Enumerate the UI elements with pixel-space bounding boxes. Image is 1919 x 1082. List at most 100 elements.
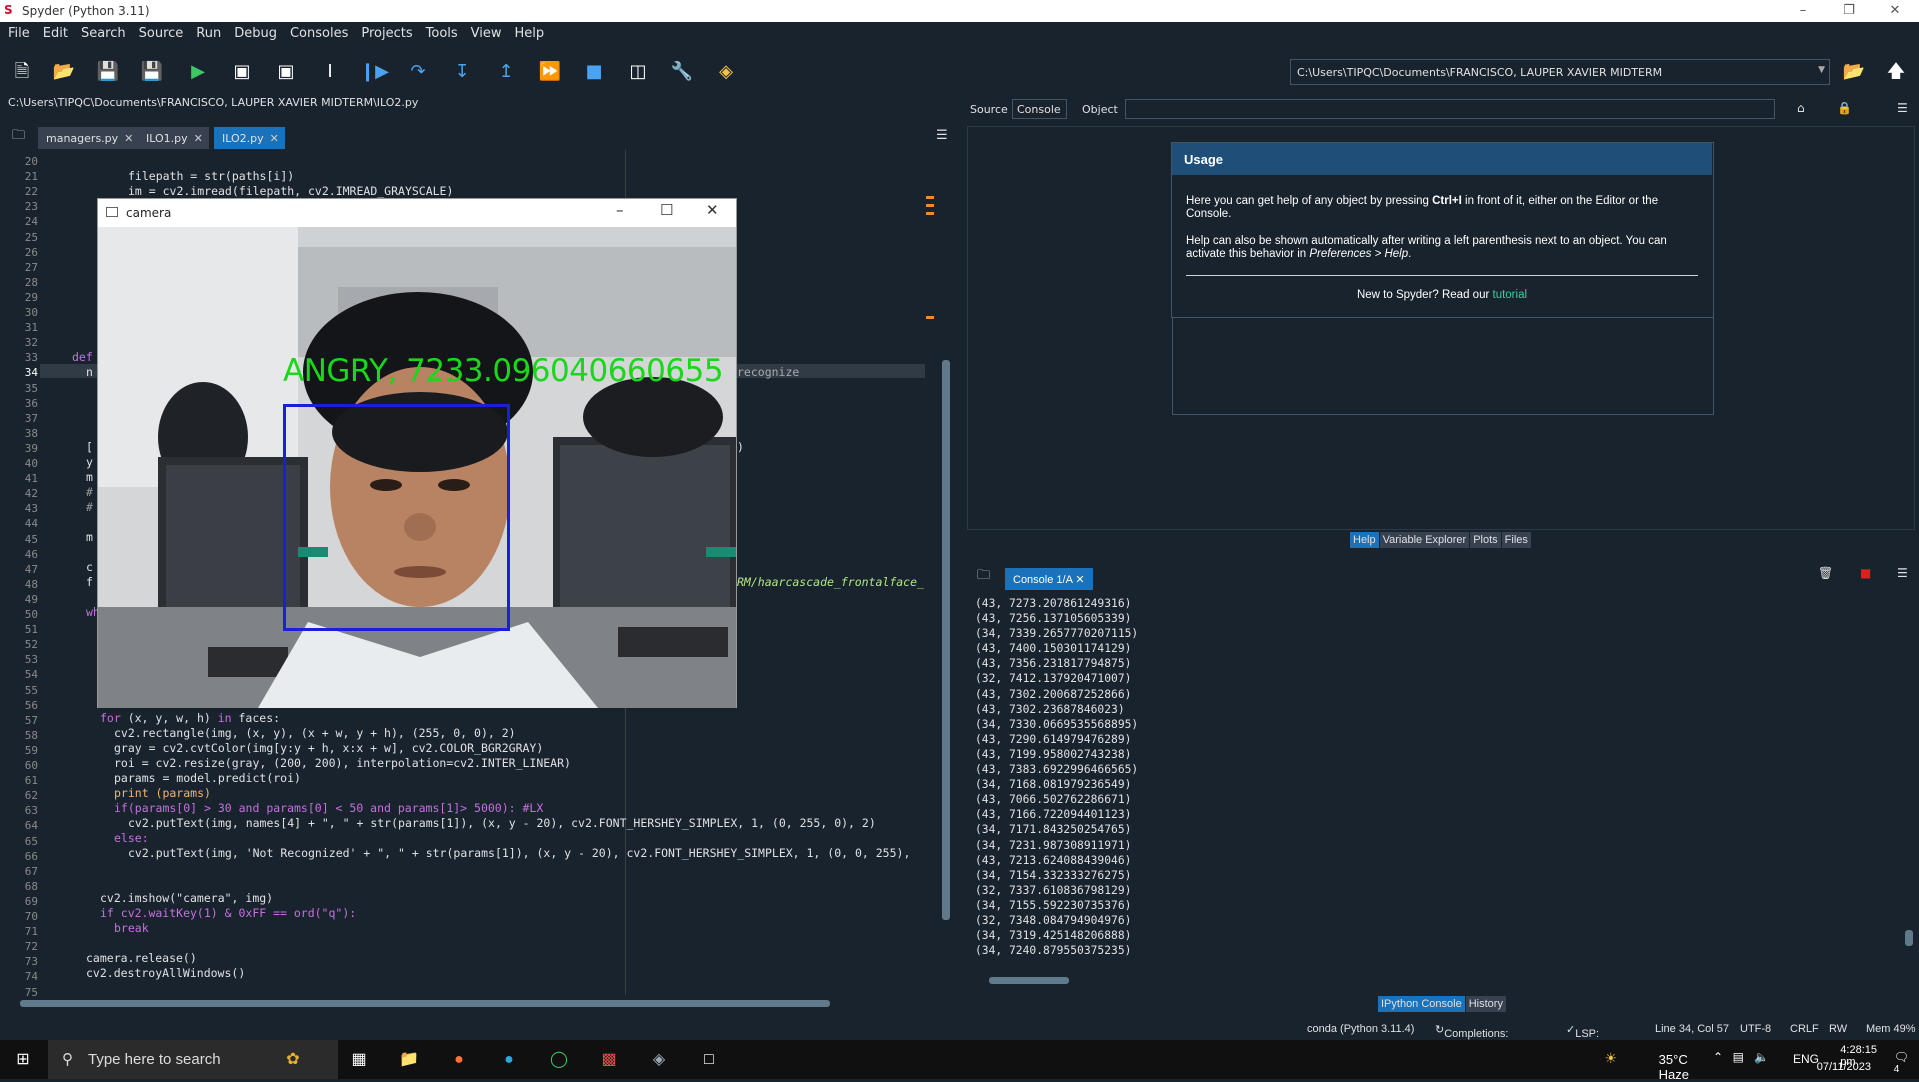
options-menu-icon[interactable]: ☰ (936, 128, 948, 143)
object-input[interactable] (1125, 99, 1775, 119)
menu-edit[interactable]: Edit (35, 22, 73, 41)
run-cell-advance-icon[interactable]: ▣ (272, 58, 300, 86)
lock-icon[interactable]: 🔒 (1837, 101, 1852, 115)
weather-text[interactable]: 35°C Haze (1659, 1052, 1689, 1082)
tab-managers[interactable]: managers.py ✕ (38, 127, 140, 149)
save-all-icon[interactable]: 💾 (138, 58, 166, 86)
tab-ilo2[interactable]: ILO2.py ✕ (214, 127, 285, 149)
language-indicator[interactable]: ENG (1793, 1052, 1819, 1066)
menu-consoles[interactable]: Consoles (282, 22, 353, 41)
menu-help[interactable]: Help (507, 22, 550, 41)
save-icon[interactable]: 💾 (94, 58, 122, 86)
tab-ipython-console[interactable]: IPython Console (1378, 996, 1465, 1012)
run-icon[interactable]: ▶ (184, 58, 212, 86)
tab-help[interactable]: Help (1350, 532, 1379, 548)
tab-history[interactable]: History (1465, 996, 1506, 1012)
editor-vertical-scrollbar[interactable] (940, 150, 950, 990)
edge-icon[interactable]: ● (496, 1048, 522, 1072)
browse-folder-icon[interactable]: 📂 (1840, 58, 1868, 86)
menu-run[interactable]: Run (188, 22, 226, 41)
continue-icon[interactable]: ⏩ (536, 58, 564, 86)
working-directory-field[interactable]: C:\Users\TIPQC\Documents\FRANCISCO, LAUP… (1290, 59, 1830, 85)
line-number: 20 (24, 155, 38, 168)
close-button[interactable]: ✕ (1872, 0, 1918, 22)
options-menu-icon[interactable]: ☰ (1897, 101, 1908, 115)
run-selection-icon[interactable]: I (316, 58, 344, 86)
editor-horizontal-scrollbar[interactable] (18, 998, 923, 1008)
browse-tabs-icon[interactable]: 🗀 (977, 566, 990, 588)
step-into-icon[interactable]: ↧ (448, 58, 476, 86)
tab-plots[interactable]: Plots (1470, 532, 1501, 548)
menu-projects[interactable]: Projects (353, 22, 417, 41)
menu-search[interactable]: Search (73, 22, 131, 41)
restore-button[interactable]: ❐ (1826, 0, 1872, 22)
clock-date[interactable]: 07/11/2023 (1817, 1061, 1871, 1073)
menu-file[interactable]: File (0, 22, 35, 41)
step-return-icon[interactable]: ↥ (492, 58, 520, 86)
camera-taskbar-icon[interactable]: □ (696, 1048, 722, 1072)
browse-tabs-icon[interactable]: 🗀 (12, 126, 25, 148)
notifications-icon[interactable]: 🗨4 (1894, 1050, 1909, 1080)
parent-dir-icon[interactable]: 🡅 (1882, 58, 1910, 86)
line-number: 67 (24, 864, 38, 878)
tab-console-1a[interactable]: Console 1/A ✕ (1005, 568, 1093, 590)
trash-icon[interactable]: 🗑 (1818, 566, 1833, 580)
console-line: (32, 7348.084794904976) (975, 913, 1132, 927)
close-tab-icon[interactable]: ✕ (124, 132, 133, 145)
tab-ilo1[interactable]: ILO1.py ✕ (138, 127, 209, 149)
firefox-icon[interactable]: ● (446, 1048, 472, 1072)
line-number: 24 (24, 215, 38, 229)
line-number: 61 (24, 774, 38, 788)
menu-debug[interactable]: Debug (226, 22, 282, 41)
options-menu-icon[interactable]: ☰ (1897, 566, 1908, 580)
minimize-button[interactable]: – (616, 201, 624, 219)
app-green-ring-icon[interactable]: ◯ (546, 1048, 572, 1072)
step-over-icon[interactable]: ↷ (404, 58, 432, 86)
line-number: 36 (24, 396, 38, 410)
menu-tools[interactable]: Tools (418, 22, 463, 41)
task-view-icon[interactable]: ▦ (346, 1048, 372, 1072)
python-path-icon[interactable]: ◈ (712, 58, 740, 86)
chevron-down-icon[interactable]: ▼ (1818, 65, 1825, 75)
scrollbar-thumb[interactable] (989, 977, 1069, 984)
home-icon[interactable]: ⌂ (1797, 101, 1805, 115)
tab-variable-explorer[interactable]: Variable Explorer (1379, 532, 1470, 548)
status-mem: Mem 49% (1866, 1023, 1916, 1035)
run-cell-icon[interactable]: ▣ (228, 58, 256, 86)
tab-files[interactable]: Files (1501, 532, 1531, 548)
close-tab-icon[interactable]: ✕ (1075, 574, 1084, 586)
menu-bar: File Edit Search Source Run Debug Consoles Proj… (0, 22, 1919, 44)
camera-window[interactable]: camera – ☐ ✕ ANGRY, 7233.096040660655 (97, 198, 737, 708)
close-tab-icon[interactable]: ✕ (194, 132, 203, 145)
menu-view[interactable]: View (463, 22, 507, 41)
windows-start-icon[interactable]: ⊞ (10, 1048, 36, 1072)
tutorial-link[interactable]: tutorial (1493, 289, 1528, 301)
minimize-button[interactable]: – (1780, 0, 1826, 22)
stop-debug-icon[interactable]: ■ (580, 58, 608, 86)
code-line-73: camera.release() (86, 951, 197, 965)
console-vertical-scrollbar[interactable] (1903, 594, 1915, 956)
line-number: 59 (24, 743, 38, 757)
close-tab-icon[interactable]: ✕ (270, 132, 279, 145)
open-file-icon[interactable]: 📂 (50, 58, 78, 86)
debug-icon[interactable]: ❙▶ (360, 58, 389, 86)
scrollbar-thumb[interactable] (20, 1000, 830, 1007)
chevron-up-icon[interactable]: ⌃ (1713, 1050, 1723, 1064)
console-horizontal-scrollbar[interactable] (987, 974, 1892, 986)
scrollbar-thumb[interactable] (1905, 930, 1913, 946)
network-icon[interactable]: ▤ (1733, 1050, 1744, 1064)
scrollbar-thumb[interactable] (942, 360, 950, 920)
speaker-icon[interactable]: 🔈 (1754, 1050, 1769, 1064)
file-explorer-icon[interactable]: 📁 (396, 1048, 422, 1072)
source-select[interactable]: Console (1012, 99, 1067, 119)
python-taskbar-icon[interactable]: ◈ (646, 1048, 672, 1072)
maximize-pane-icon[interactable]: ◫ (624, 58, 652, 86)
console-output[interactable]: (43, 7273.207861249316) (43, 7256.1371056… (975, 596, 1875, 996)
spyder-taskbar-icon[interactable]: ▩ (596, 1048, 622, 1072)
new-file-icon[interactable]: 🗎 (8, 58, 36, 86)
maximize-button[interactable]: ☐ (660, 201, 673, 219)
menu-source[interactable]: Source (131, 22, 189, 41)
preferences-wrench-icon[interactable]: 🔧 (668, 58, 696, 86)
stop-kernel-icon[interactable]: ■ (1860, 566, 1871, 580)
close-button[interactable]: ✕ (706, 201, 719, 219)
